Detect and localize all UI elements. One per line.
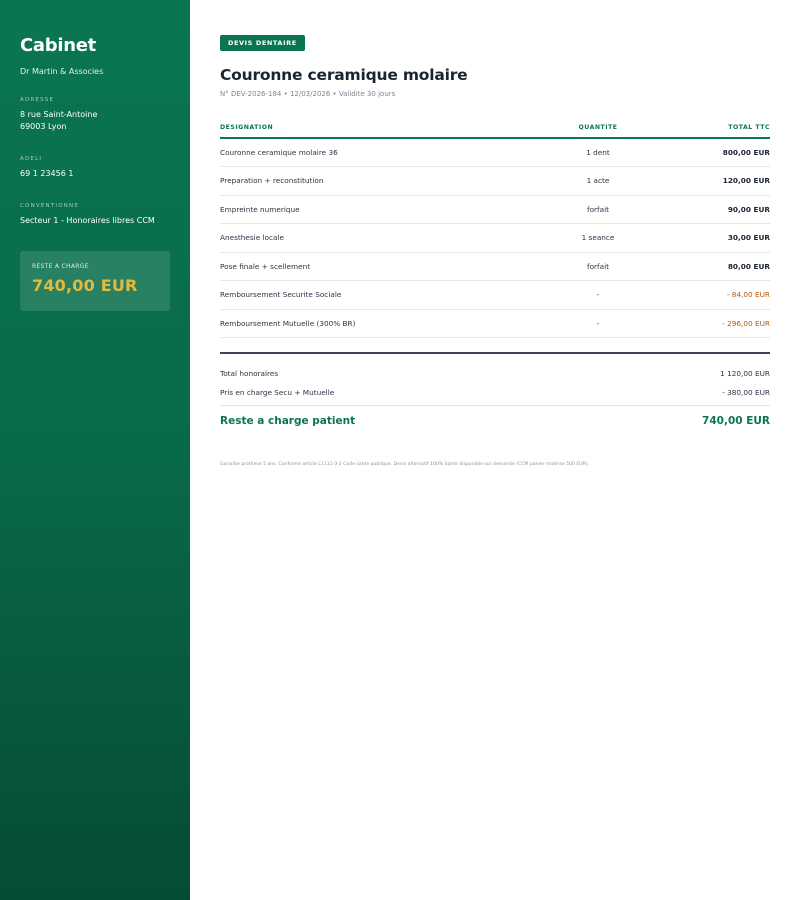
address-line-1: 8 rue Saint-Antoine [20, 110, 98, 119]
address-label: ADRESSE [20, 97, 55, 103]
document-type-badge: DEVIS DENTAIRE [220, 35, 305, 51]
address-line-2: 69003 Lyon [20, 122, 67, 131]
row-total: 80,00 EUR [670, 252, 770, 281]
legal-footnote: Garantie prothese 5 ans. Conforme articl… [220, 462, 590, 467]
summary-covered-row: Pris en charge Secu + Mutuelle - 380,00 … [220, 388, 770, 406]
amount-due-value: 740,00 EUR [32, 276, 138, 295]
adeli-label: ADELI [20, 156, 43, 162]
row-quantite: 1 dent [526, 138, 670, 167]
row-designation: Empreinte numerique [220, 195, 526, 224]
amount-due-label: RESTE A CHARGE [32, 263, 89, 270]
header-designation: DESIGNATION [220, 124, 526, 139]
summary-total-row: Total honoraires 1 120,00 EUR [220, 369, 770, 378]
summary-divider [220, 352, 770, 354]
row-quantite: - [526, 309, 670, 338]
row-designation: Couronne ceramique molaire 36 [220, 138, 526, 167]
summary-covered-label: Pris en charge Secu + Mutuelle [220, 388, 335, 397]
row-quantite: 1 seance [526, 223, 670, 253]
document-meta: N° DEV-2026-184 • 12/03/2026 • Validite … [220, 90, 396, 98]
row-designation: Anesthesie locale [220, 223, 526, 253]
table-row: Anesthesie locale 1 seance 30,00 EUR [220, 223, 770, 253]
table-row: Remboursement Securite Sociale - - 84,00… [220, 280, 770, 310]
table-row: Couronne ceramique molaire 36 1 dent 800… [220, 138, 770, 167]
address-value: 8 rue Saint-Antoine 69003 Lyon [20, 109, 170, 133]
row-total-refund: - 84,00 EUR [670, 280, 770, 310]
row-total-refund: - 296,00 EUR [670, 309, 770, 338]
quote-table: DESIGNATION QUANTITE TOTAL TTC Couronne … [220, 124, 770, 338]
table-row: Pose finale + scellement forfait 80,00 E… [220, 252, 770, 281]
row-total: 30,00 EUR [670, 223, 770, 253]
convention-label: CONVENTIONNE [20, 203, 80, 209]
table-row: Preparation + reconstitution 1 acte 120,… [220, 166, 770, 196]
amount-due-card: RESTE A CHARGE 740,00 EUR [20, 251, 170, 311]
row-designation: Remboursement Securite Sociale [220, 280, 526, 310]
header-total: TOTAL TTC [670, 124, 770, 139]
patient-due-row: Reste a charge patient 740,00 EUR [220, 415, 770, 427]
row-total: 120,00 EUR [670, 166, 770, 196]
quote-document: DEVIS DENTAIRE Couronne ceramique molair… [220, 30, 770, 467]
row-quantite: forfait [526, 195, 670, 224]
row-designation: Pose finale + scellement [220, 252, 526, 281]
table-row: Remboursement Mutuelle (300% BR) - - 296… [220, 309, 770, 338]
convention-value: Secteur 1 - Honoraires libres CCM [20, 216, 155, 225]
row-designation: Remboursement Mutuelle (300% BR) [220, 309, 526, 338]
table-header-row: DESIGNATION QUANTITE TOTAL TTC [220, 124, 770, 139]
adeli-value: 69 1 23456 1 [20, 169, 74, 178]
summary-covered-value: - 380,00 EUR [722, 388, 770, 397]
summary-total-value: 1 120,00 EUR [720, 369, 770, 378]
row-total: 800,00 EUR [670, 138, 770, 167]
summary-total-label: Total honoraires [220, 369, 279, 378]
cabinet-brand: Cabinet [20, 35, 96, 56]
row-quantite: forfait [526, 252, 670, 281]
patient-due-label: Reste a charge patient [220, 415, 356, 427]
document-title: Couronne ceramique molaire [220, 66, 468, 84]
patient-due-value: 740,00 EUR [702, 415, 770, 427]
row-total: 90,00 EUR [670, 195, 770, 224]
header-quantite: QUANTITE [526, 124, 670, 139]
table-row: Empreinte numerique forfait 90,00 EUR [220, 195, 770, 224]
row-designation: Preparation + reconstitution [220, 166, 526, 196]
practice-name: Dr Martin & Associes [20, 67, 104, 76]
sidebar: Cabinet Dr Martin & Associes ADRESSE 8 r… [0, 0, 190, 900]
row-quantite: - [526, 280, 670, 310]
row-quantite: 1 acte [526, 166, 670, 196]
